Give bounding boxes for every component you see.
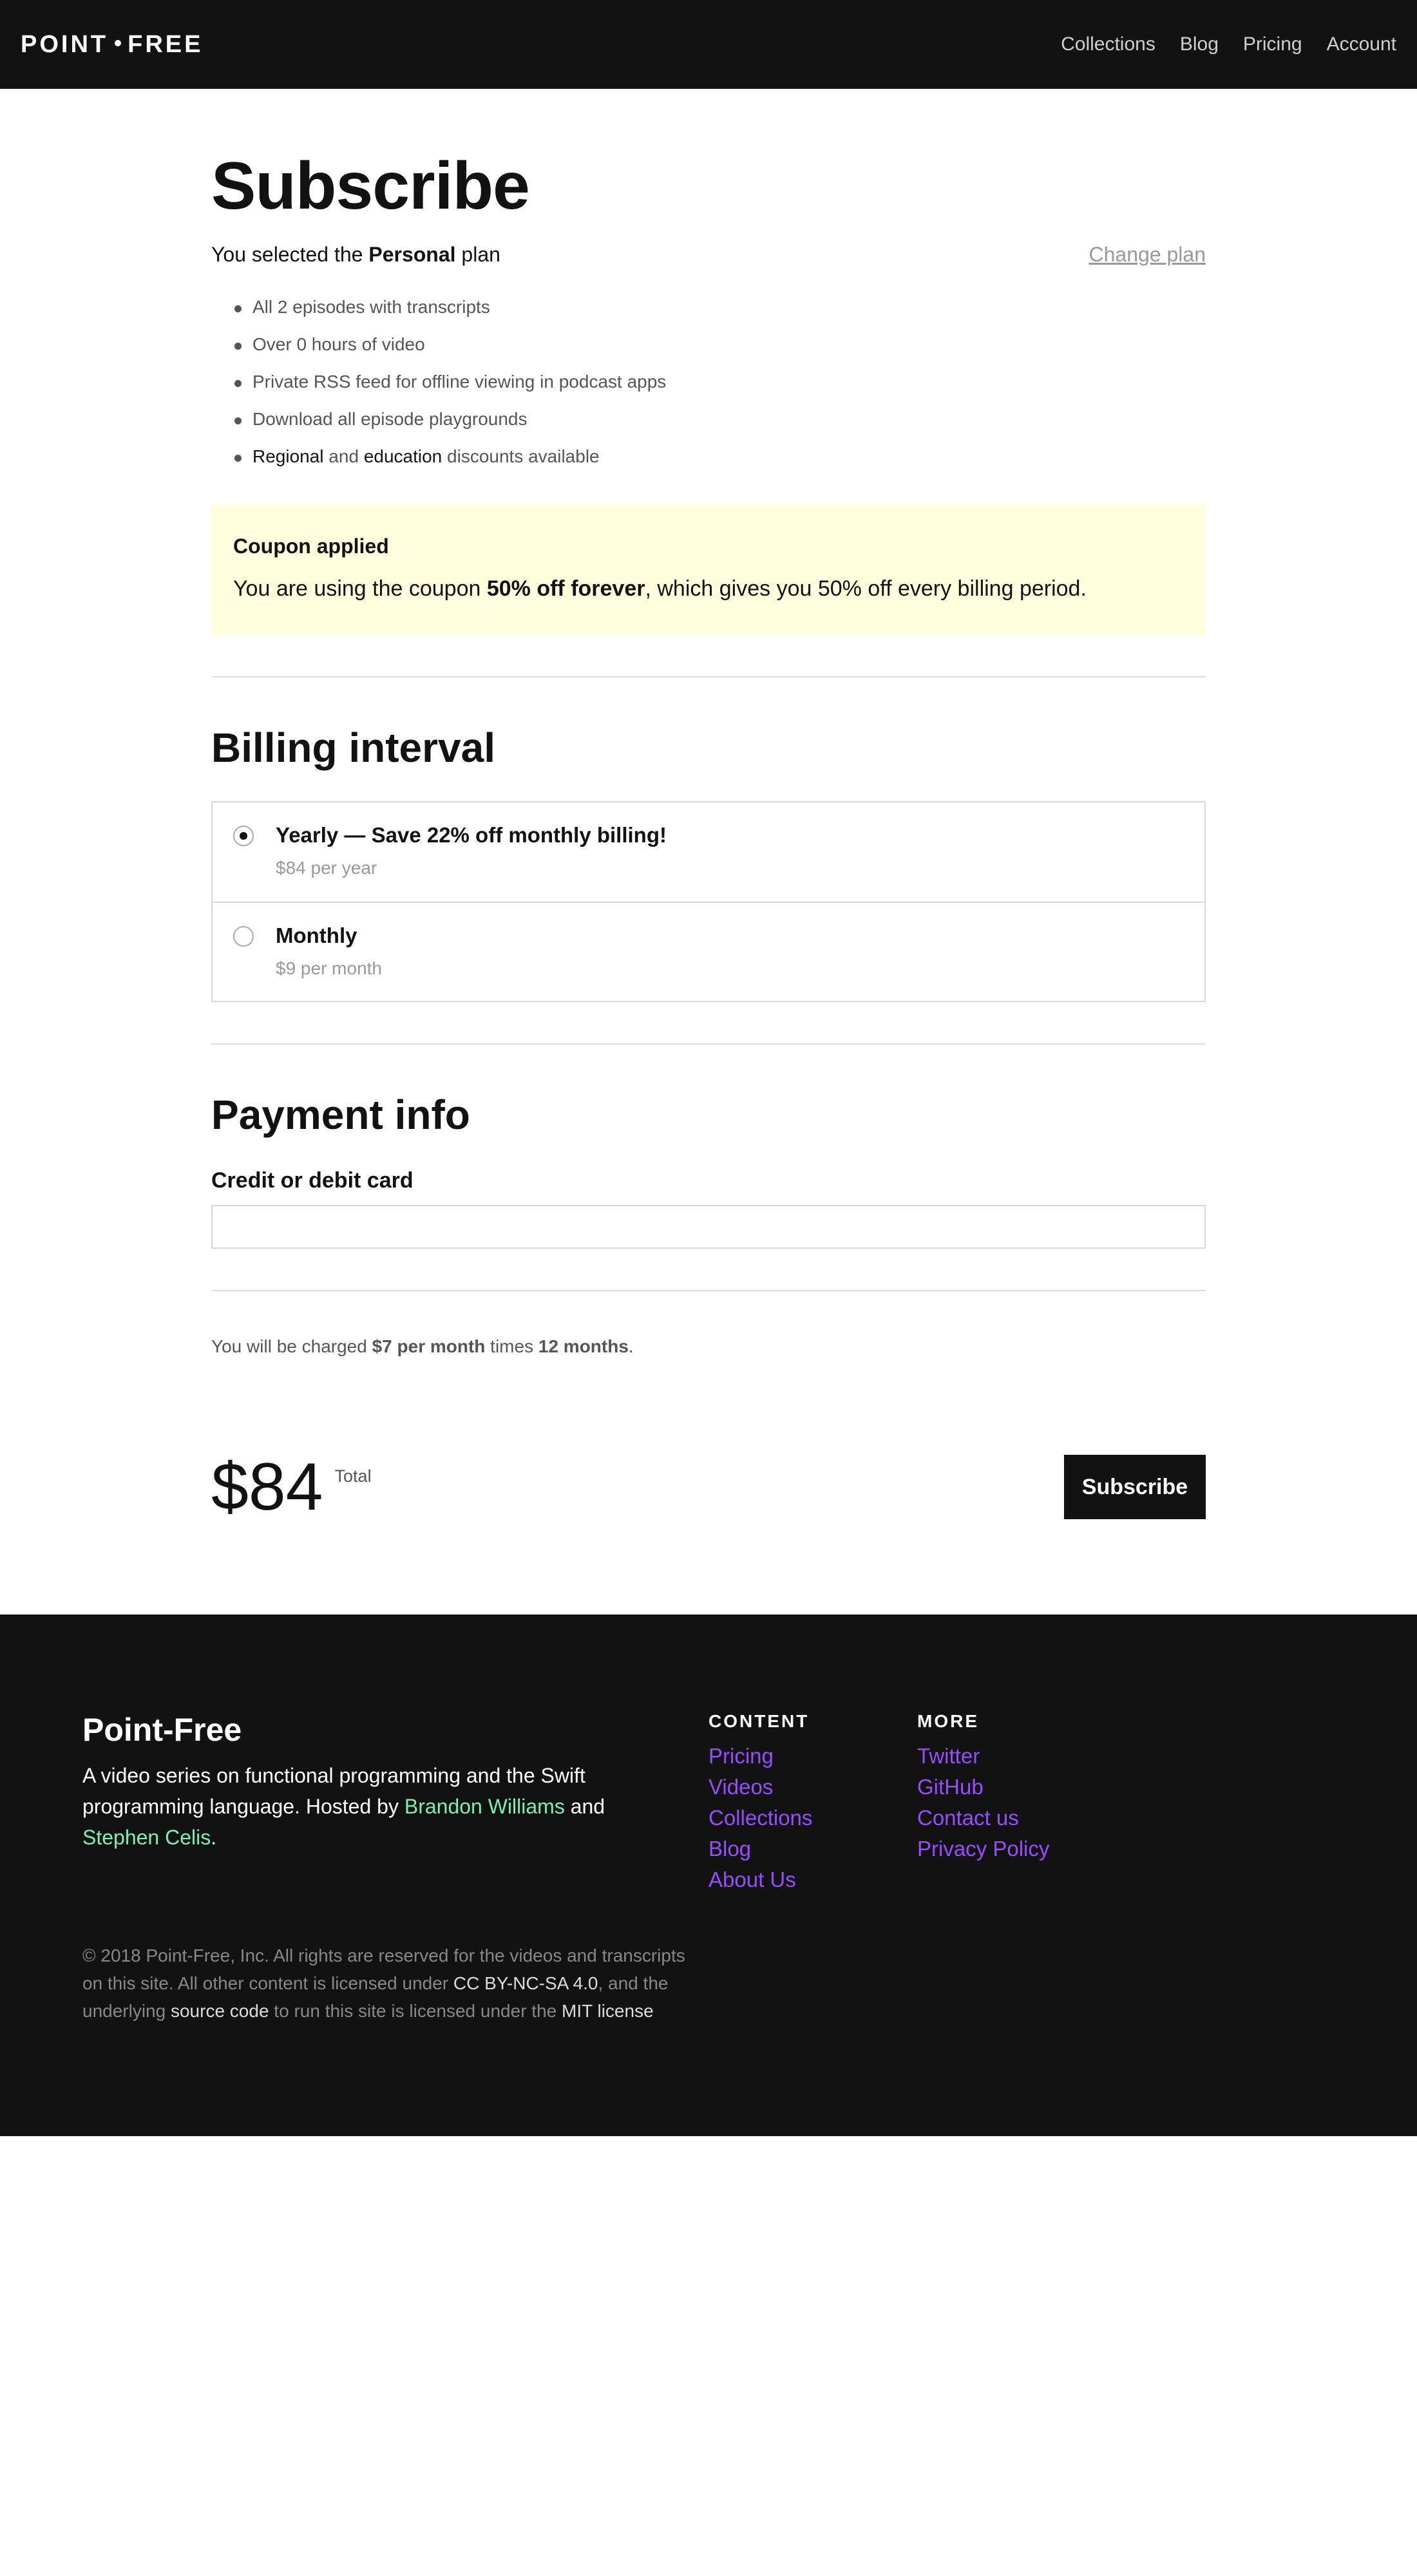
selected-plan-row: You selected the Personal plan Change pl… bbox=[211, 243, 1206, 267]
total-amount: $84 bbox=[211, 1450, 323, 1524]
billing-option-monthly[interactable]: Monthly $9 per month bbox=[213, 902, 1204, 1001]
charge-summary: You will be charged $7 per month times 1… bbox=[211, 1336, 1206, 1357]
footer-content-column: CONTENT Pricing Videos Collections Blog … bbox=[708, 1711, 917, 1895]
divider bbox=[211, 1290, 1206, 1291]
main-nav: Collections Blog Pricing Account bbox=[1061, 33, 1396, 55]
footer-content-heading: CONTENT bbox=[708, 1711, 810, 1731]
billing-option-yearly[interactable]: Yearly — Save 22% off monthly billing! $… bbox=[213, 802, 1204, 902]
subscribe-form: Subscribe You selected the Personal plan… bbox=[211, 89, 1206, 1520]
change-plan-link[interactable]: Change plan bbox=[1089, 243, 1206, 267]
footer: Point-Free A video series on functional … bbox=[0, 1615, 1417, 2136]
footer-brand: Point-Free A video series on functional … bbox=[82, 1711, 708, 1895]
radio-yearly[interactable] bbox=[233, 826, 254, 846]
radio-monthly[interactable] bbox=[233, 926, 254, 947]
footer-desc-end: . bbox=[211, 1826, 217, 1849]
cc-license-link[interactable]: CC BY-NC-SA 4.0 bbox=[453, 1973, 598, 1993]
feature-item: All 2 episodes with transcripts bbox=[234, 289, 1206, 326]
footer-more-heading: MORE bbox=[917, 1711, 979, 1731]
divider bbox=[211, 676, 1206, 677]
total-row: $84 Total Subscribe bbox=[211, 1454, 1206, 1520]
subscribe-button[interactable]: Subscribe bbox=[1064, 1455, 1206, 1519]
coupon-prefix: You are using the coupon bbox=[233, 576, 487, 601]
feature-item: Download all episode playgrounds bbox=[234, 401, 1206, 438]
regional-discount-link[interactable]: Regional bbox=[252, 446, 324, 466]
charge-mid: times bbox=[485, 1336, 538, 1356]
billing-interval-options: Yearly — Save 22% off monthly billing! $… bbox=[211, 801, 1206, 1002]
coupon-name: 50% off forever bbox=[486, 576, 645, 601]
option-title: Yearly — Save 22% off monthly billing! bbox=[276, 823, 667, 847]
footer-link-twitter[interactable]: Twitter bbox=[917, 1741, 1126, 1772]
nav-blog[interactable]: Blog bbox=[1180, 33, 1219, 55]
coupon-suffix: , which gives you 50% off every billing … bbox=[645, 576, 1087, 601]
copy-part: to run this site is licensed under the bbox=[269, 2001, 562, 2021]
footer-link-collections[interactable]: Collections bbox=[708, 1803, 917, 1833]
plan-prefix: You selected the bbox=[211, 243, 369, 266]
discounts-suffix: discounts available bbox=[442, 446, 600, 466]
nav-collections[interactable]: Collections bbox=[1061, 33, 1155, 55]
total-label: Total bbox=[334, 1466, 372, 1486]
nav-pricing[interactable]: Pricing bbox=[1243, 33, 1302, 55]
total-block: $84 Total bbox=[211, 1454, 372, 1520]
footer-description: A video series on functional programming… bbox=[82, 1760, 636, 1853]
copyright-text: © 2018 Point-Free, Inc. All rights are r… bbox=[82, 1942, 688, 2025]
option-title: Monthly bbox=[276, 923, 357, 947]
feature-item: Over 0 hours of video bbox=[234, 326, 1206, 363]
card-input[interactable] bbox=[211, 1205, 1206, 1249]
host-stephen-link[interactable]: Stephen Celis bbox=[82, 1826, 211, 1849]
card-label: Credit or debit card bbox=[211, 1168, 414, 1193]
footer-more-column: MORE Twitter GitHub Contact us Privacy P… bbox=[917, 1711, 1126, 1895]
coupon-text: You are using the coupon 50% off forever… bbox=[233, 576, 1184, 601]
nav-account[interactable]: Account bbox=[1327, 33, 1396, 55]
footer-desc-and: and bbox=[564, 1795, 605, 1818]
mit-license-link[interactable]: MIT license bbox=[562, 2001, 654, 2021]
footer-link-blog[interactable]: Blog bbox=[708, 1833, 917, 1864]
footer-link-privacy[interactable]: Privacy Policy bbox=[917, 1833, 1126, 1864]
charge-count: 12 months bbox=[538, 1336, 629, 1356]
logo-dot-icon bbox=[115, 40, 122, 46]
host-brandon-link[interactable]: Brandon Williams bbox=[404, 1795, 565, 1818]
page-title: Subscribe bbox=[211, 149, 530, 223]
feature-item-discounts: Regional and education discounts availab… bbox=[234, 438, 1206, 475]
divider bbox=[211, 1043, 1206, 1045]
payment-heading: Payment info bbox=[211, 1092, 470, 1138]
footer-link-github[interactable]: GitHub bbox=[917, 1772, 1126, 1803]
selected-plan-text: You selected the Personal plan bbox=[211, 243, 500, 267]
plan-features-list: All 2 episodes with transcripts Over 0 h… bbox=[211, 289, 1206, 475]
footer-link-contact[interactable]: Contact us bbox=[917, 1803, 1126, 1833]
footer-grid: Point-Free A video series on functional … bbox=[82, 1711, 1335, 1895]
discounts-and: and bbox=[323, 446, 364, 466]
footer-link-videos[interactable]: Videos bbox=[708, 1772, 917, 1803]
footer-link-pricing[interactable]: Pricing bbox=[708, 1741, 917, 1772]
plan-name: Personal bbox=[368, 243, 456, 266]
source-code-link[interactable]: source code bbox=[171, 2001, 269, 2021]
option-price: $84 per year bbox=[276, 858, 377, 878]
billing-heading: Billing interval bbox=[211, 724, 495, 771]
charge-prefix: You will be charged bbox=[211, 1336, 372, 1356]
plan-suffix: plan bbox=[455, 243, 500, 266]
footer-link-about[interactable]: About Us bbox=[708, 1864, 917, 1895]
logo-text-left: POINT bbox=[21, 30, 109, 58]
feature-item: Private RSS feed for offline viewing in … bbox=[234, 363, 1206, 401]
top-nav-bar: POINT FREE Collections Blog Pricing Acco… bbox=[0, 0, 1417, 89]
charge-amount: $7 per month bbox=[372, 1336, 486, 1356]
option-price: $9 per month bbox=[276, 958, 382, 978]
coupon-title: Coupon applied bbox=[233, 535, 389, 558]
education-discount-link[interactable]: education bbox=[364, 446, 442, 466]
logo[interactable]: POINT FREE bbox=[21, 31, 203, 59]
footer-brand-name: Point-Free bbox=[82, 1712, 242, 1748]
coupon-notice: Coupon applied You are using the coupon … bbox=[211, 505, 1206, 635]
logo-text-right: FREE bbox=[128, 30, 204, 58]
charge-end: . bbox=[628, 1336, 634, 1356]
